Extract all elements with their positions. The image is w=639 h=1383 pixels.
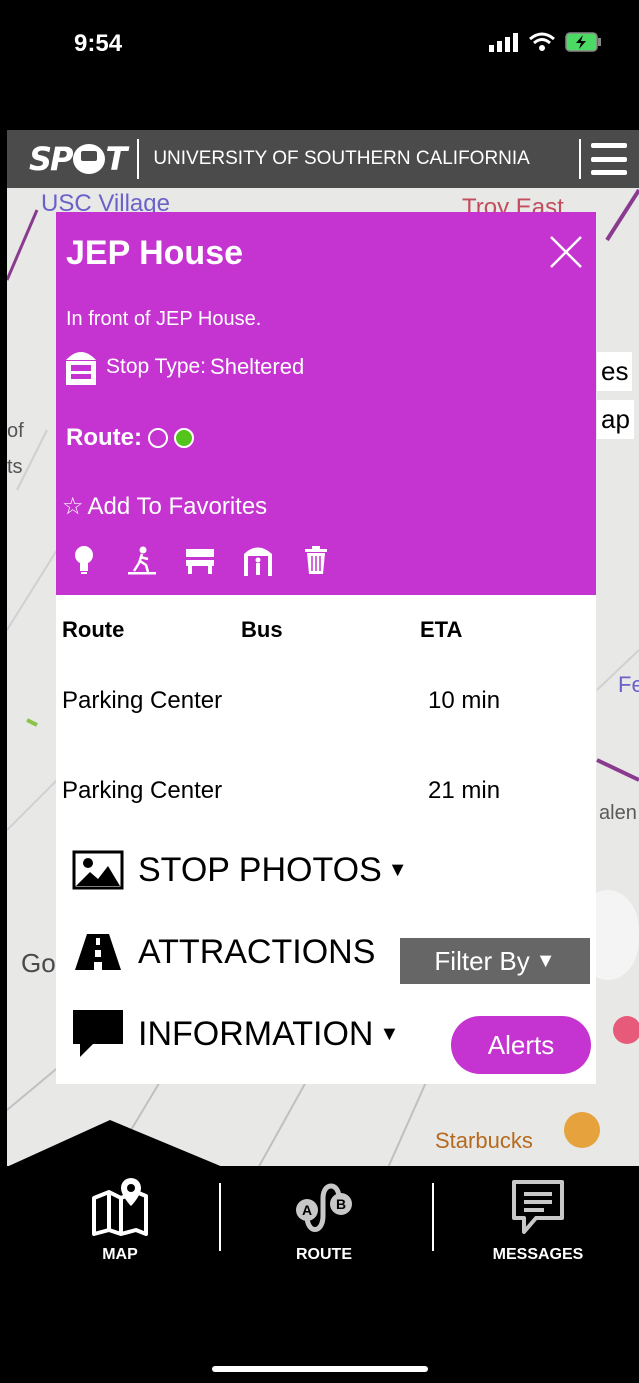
hamburger-menu-icon[interactable]	[591, 143, 627, 175]
nav-messages-label: MESSAGES	[492, 1246, 584, 1263]
information-section[interactable]: INFORMATION ▼	[72, 1010, 400, 1057]
nav-route-label: ROUTE	[296, 1246, 352, 1263]
university-title: UNIVERSITY OF SOUTHERN CALIFORNIA	[153, 148, 530, 169]
stop-photos-label: STOP PHOTOS	[138, 850, 382, 889]
header-divider	[579, 139, 581, 179]
nav-messages[interactable]: MESSAGES	[438, 1176, 638, 1264]
messages-icon	[512, 1180, 564, 1234]
shelter-icon	[240, 542, 276, 578]
active-tab-indicator	[0, 1120, 230, 1170]
table-row-route: Parking Center	[62, 687, 223, 714]
chat-bubble-icon	[72, 1010, 124, 1057]
stop-photos-section[interactable]: STOP PHOTOS ▼	[72, 848, 408, 892]
column-header-route: Route	[62, 617, 125, 642]
table-row-route: Parking Center	[62, 777, 223, 804]
column-header-bus: Bus	[241, 617, 283, 642]
stop-type-row: Stop Type: Sheltered	[64, 348, 304, 386]
stop-type-value: Sheltered	[210, 354, 305, 379]
table-row-eta: 21 min	[428, 777, 501, 804]
information-label: INFORMATION	[138, 1014, 374, 1053]
photo-icon	[72, 848, 124, 892]
stop-type-label: Stop Type:	[106, 355, 207, 378]
map-label: Starbucks	[435, 1128, 533, 1153]
filter-by-label: Filter By	[434, 945, 530, 976]
map-icon	[92, 1178, 148, 1236]
stop-title: JEP House	[66, 234, 244, 272]
svg-text:A: A	[302, 1202, 312, 1218]
map-label: ap	[597, 400, 634, 439]
popup-header: JEP House In front of JEP House. Stop Ty…	[56, 212, 596, 595]
home-indicator[interactable]	[212, 1366, 428, 1372]
walking-icon	[124, 542, 160, 578]
table-row-eta: 10 min	[428, 687, 501, 714]
signal-icon	[489, 33, 518, 52]
map-label: of	[7, 420, 24, 442]
lightbulb-icon	[66, 542, 102, 578]
status-time: 9:54	[74, 30, 123, 57]
stop-description: In front of JEP House.	[66, 308, 262, 330]
close-icon[interactable]	[548, 234, 584, 270]
add-favorites-label: Add To Favorites	[87, 492, 268, 520]
svg-text:B: B	[336, 1196, 346, 1212]
nav-map[interactable]: MAP	[20, 1176, 220, 1264]
trash-icon	[298, 542, 334, 578]
attractions-label: ATTRACTIONS	[138, 932, 376, 971]
route-dot-empty[interactable]	[147, 428, 168, 448]
status-bar: 9:54	[0, 0, 639, 130]
bus-icon	[72, 144, 105, 174]
route-dot-green[interactable]	[173, 428, 194, 448]
shelter-icon	[66, 352, 96, 385]
bench-icon	[182, 542, 218, 578]
caret-down-icon: ▼	[379, 1022, 400, 1045]
app-header: SP T UNIVERSITY OF SOUTHERN CALIFORNIA	[7, 130, 639, 188]
map-label: alen	[599, 802, 637, 824]
map-label: es	[597, 352, 633, 391]
spot-logo: SP T	[29, 140, 128, 178]
column-header-eta: ETA	[420, 617, 463, 642]
logo-text-right: T	[105, 140, 128, 178]
nav-map-label: MAP	[102, 1246, 138, 1263]
status-icons	[489, 32, 603, 52]
star-icon: ☆	[62, 493, 84, 520]
battery-icon	[565, 32, 601, 52]
caret-down-icon: ▼	[387, 858, 408, 881]
route-label: Route:	[66, 424, 142, 451]
caret-down-icon: ▼	[535, 949, 556, 972]
nav-divider	[432, 1183, 434, 1251]
filter-by-button[interactable]: Filter By ▼	[400, 938, 590, 984]
attractions-section[interactable]: ATTRACTIONS	[72, 930, 375, 974]
logo-text-left: SP	[29, 140, 73, 178]
route-row: Route:	[66, 424, 194, 452]
nav-divider	[219, 1183, 221, 1251]
nav-route[interactable]: A B ROUTE	[224, 1176, 424, 1264]
wifi-icon	[529, 32, 555, 51]
alerts-button[interactable]: Alerts	[451, 1016, 591, 1074]
road-icon	[72, 930, 124, 974]
map-label: Go	[21, 948, 56, 978]
stop-popup: JEP House In front of JEP House. Stop Ty…	[56, 212, 596, 1084]
amenities-row	[66, 542, 334, 578]
map-label: ts	[7, 456, 23, 478]
add-favorites-button[interactable]: ☆ Add To Favorites	[62, 492, 267, 521]
route-icon: A B	[296, 1183, 352, 1232]
map-label: Fe	[618, 672, 639, 697]
header-divider	[137, 139, 140, 179]
